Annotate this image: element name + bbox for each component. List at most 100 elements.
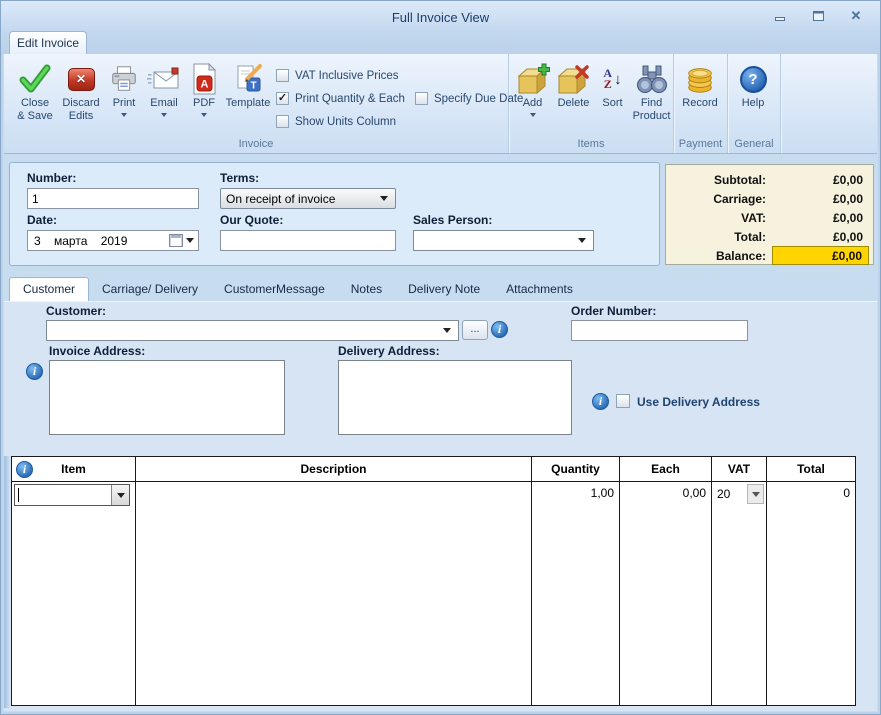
balance-row: Balance: £0,00 (666, 246, 873, 265)
tab-edit-invoice[interactable]: Edit Invoice (9, 31, 87, 54)
order-number-input[interactable] (571, 320, 748, 341)
date-dropdown-arrow-icon (186, 238, 194, 243)
invoice-number-input[interactable] (27, 188, 199, 209)
customer-select[interactable] (46, 320, 459, 341)
ribbon-group-general: ? Help General (728, 54, 781, 153)
specify-due-date-checkbox[interactable]: ✓ Specify Due Date (415, 92, 524, 105)
help-button[interactable]: ? Help (730, 61, 776, 110)
item-combo-input[interactable] (14, 484, 130, 506)
svg-text:T: T (250, 81, 256, 92)
full-invoice-window: Full Invoice View ✕ Edit Invoice Close &… (0, 0, 881, 715)
each-value: 0,00 (683, 486, 706, 500)
line-total-value: 0 (843, 486, 850, 500)
window-title: Full Invoice View (1, 10, 880, 25)
box-plus-icon (513, 61, 552, 97)
text-caret (18, 488, 19, 502)
item-dropdown-button[interactable] (111, 485, 129, 505)
help-icon: ? (730, 61, 776, 97)
print-button[interactable]: Print (104, 61, 144, 123)
number-label: Number: (27, 171, 76, 185)
titlebar: Full Invoice View ✕ (1, 1, 880, 54)
vat-dropdown-button[interactable] (747, 484, 764, 504)
sort-items-button[interactable]: A Z ↓ Sort (595, 61, 630, 123)
carriage-row: Carriage: £0,00 (666, 189, 873, 208)
box-delete-icon (552, 61, 595, 97)
customer-info-icon[interactable]: i (491, 321, 508, 338)
vat-row: VAT: £0,00 (666, 208, 873, 227)
vat-dropdown-arrow-icon (752, 492, 760, 497)
our-quote-input[interactable] (220, 230, 396, 251)
close-button[interactable]: ✕ (848, 8, 864, 23)
invoice-address-textarea[interactable] (49, 360, 285, 435)
pdf-dropdown-arrow-icon[interactable] (201, 113, 207, 117)
quantity-cell[interactable]: 1,00 (532, 482, 620, 705)
maximize-button[interactable] (810, 8, 826, 23)
balance-label: Balance: (666, 249, 766, 263)
use-delivery-label[interactable]: Use Delivery Address (637, 395, 760, 409)
quantity-value: 1,00 (591, 486, 614, 500)
column-header-description: Description (136, 457, 532, 481)
window-controls: ✕ (772, 8, 864, 23)
date-picker[interactable]: 3 марта 2019 (27, 230, 199, 251)
group-label-items: Items (509, 138, 673, 150)
record-payment-button[interactable]: Record (676, 61, 724, 110)
minimize-icon (775, 17, 785, 21)
vat-cell[interactable]: 20 (712, 482, 767, 705)
sales-person-select[interactable] (413, 230, 594, 251)
use-delivery-checkbox[interactable] (616, 394, 630, 408)
total-row: Total: £0,00 (666, 227, 873, 246)
terms-select[interactable]: On receipt of invoice (220, 188, 396, 209)
vat-inclusive-checkbox[interactable]: ✓ VAT Inclusive Prices (276, 69, 399, 82)
use-delivery-info-icon[interactable]: i (592, 393, 609, 410)
terms-label: Terms: (220, 171, 259, 185)
show-units-column-checkbox[interactable]: ✓ Show Units Column (276, 115, 396, 128)
description-cell[interactable] (136, 482, 532, 705)
find-product-button[interactable]: Find Product (630, 61, 673, 123)
printer-icon (104, 61, 144, 97)
discard-edits-button[interactable]: ✕ Discard Edits (58, 61, 104, 123)
close-save-button[interactable]: Close & Save (12, 61, 58, 123)
tab-attachments[interactable]: Attachments (493, 277, 586, 301)
order-number-label: Order Number: (571, 304, 656, 318)
svg-text:A: A (201, 79, 209, 91)
close-icon: ✕ (851, 8, 862, 24)
customer-dropdown-arrow-icon (443, 328, 451, 333)
delivery-address-textarea[interactable] (338, 360, 572, 435)
add-item-button[interactable]: Add (513, 61, 552, 123)
tab-customer-message[interactable]: CustomerMessage (211, 277, 338, 301)
item-info-icon[interactable]: i (16, 461, 33, 478)
calendar-dropdown-button[interactable] (169, 234, 198, 247)
email-button[interactable]: Email (144, 61, 184, 123)
subtotal-row: Subtotal: £0,00 (666, 170, 873, 189)
pdf-button[interactable]: A PDF (184, 61, 224, 123)
subtotal-value: £0,00 (766, 173, 873, 187)
column-header-each: Each (620, 457, 712, 481)
date-label: Date: (27, 213, 57, 227)
group-label-payment: Payment (674, 138, 727, 150)
print-quantity-each-checkbox[interactable]: ✓ Print Quantity & Each (276, 92, 405, 105)
email-dropdown-arrow-icon[interactable] (161, 113, 167, 117)
tab-customer[interactable]: Customer (9, 277, 89, 301)
envelope-icon (144, 61, 184, 97)
minimize-button[interactable] (772, 8, 788, 23)
green-check-icon (12, 61, 58, 97)
vat-label: VAT: (666, 211, 766, 225)
tab-notes[interactable]: Notes (338, 277, 395, 301)
total-label: Total: (666, 230, 766, 244)
subtotal-label: Subtotal: (666, 173, 766, 187)
pdf-file-icon: A (184, 61, 224, 97)
invoice-address-info-icon[interactable]: i (26, 363, 43, 380)
customer-browse-button[interactable]: ... (462, 320, 488, 340)
delete-item-button[interactable]: Delete (552, 61, 595, 123)
checkbox-icon: ✓ (415, 92, 428, 105)
tab-delivery-note[interactable]: Delivery Note (395, 277, 493, 301)
each-cell[interactable]: 0,00 (620, 482, 712, 705)
tab-carriage-delivery[interactable]: Carriage/ Delivery (89, 277, 211, 301)
template-button[interactable]: T Template (224, 61, 272, 123)
item-cell (12, 482, 136, 705)
invoice-header-panel: Number: Date: 3 марта 2019 Terms: On rec… (9, 162, 660, 266)
checkbox-icon: ✓ (276, 69, 289, 82)
add-dropdown-arrow-icon[interactable] (530, 113, 536, 117)
print-dropdown-arrow-icon[interactable] (121, 113, 127, 117)
carriage-value: £0,00 (766, 192, 873, 206)
